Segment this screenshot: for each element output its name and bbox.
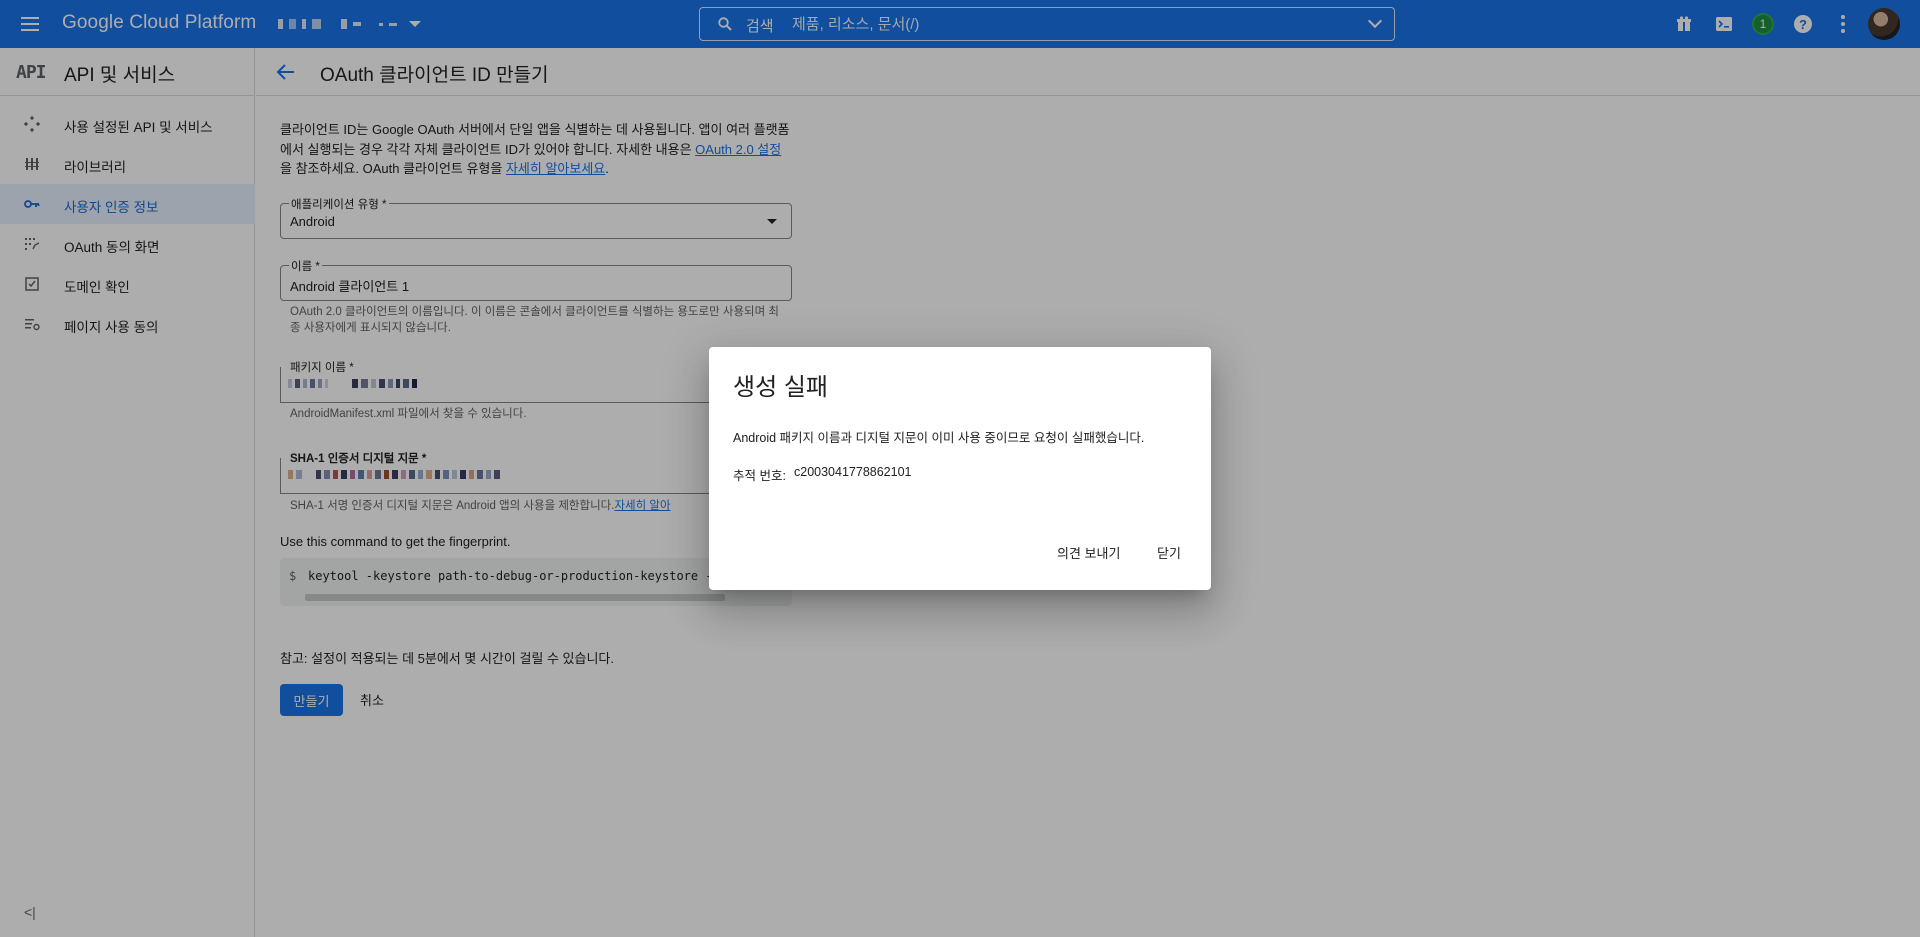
trace-number-value: c2003041778862101 (794, 465, 912, 479)
trace-number-label: 추적 번호: (733, 469, 786, 483)
error-dialog: 생성 실패 Android 패키지 이름과 디지털 지문이 이미 사용 중이므로… (709, 347, 1211, 590)
dialog-message: Android 패키지 이름과 디지털 지문이 이미 사용 중이므로 요청이 실… (733, 431, 1145, 445)
close-button[interactable]: 닫기 (1157, 543, 1181, 562)
send-feedback-button[interactable]: 의견 보내기 (1057, 543, 1120, 562)
dialog-title: 생성 실패 (733, 374, 828, 401)
